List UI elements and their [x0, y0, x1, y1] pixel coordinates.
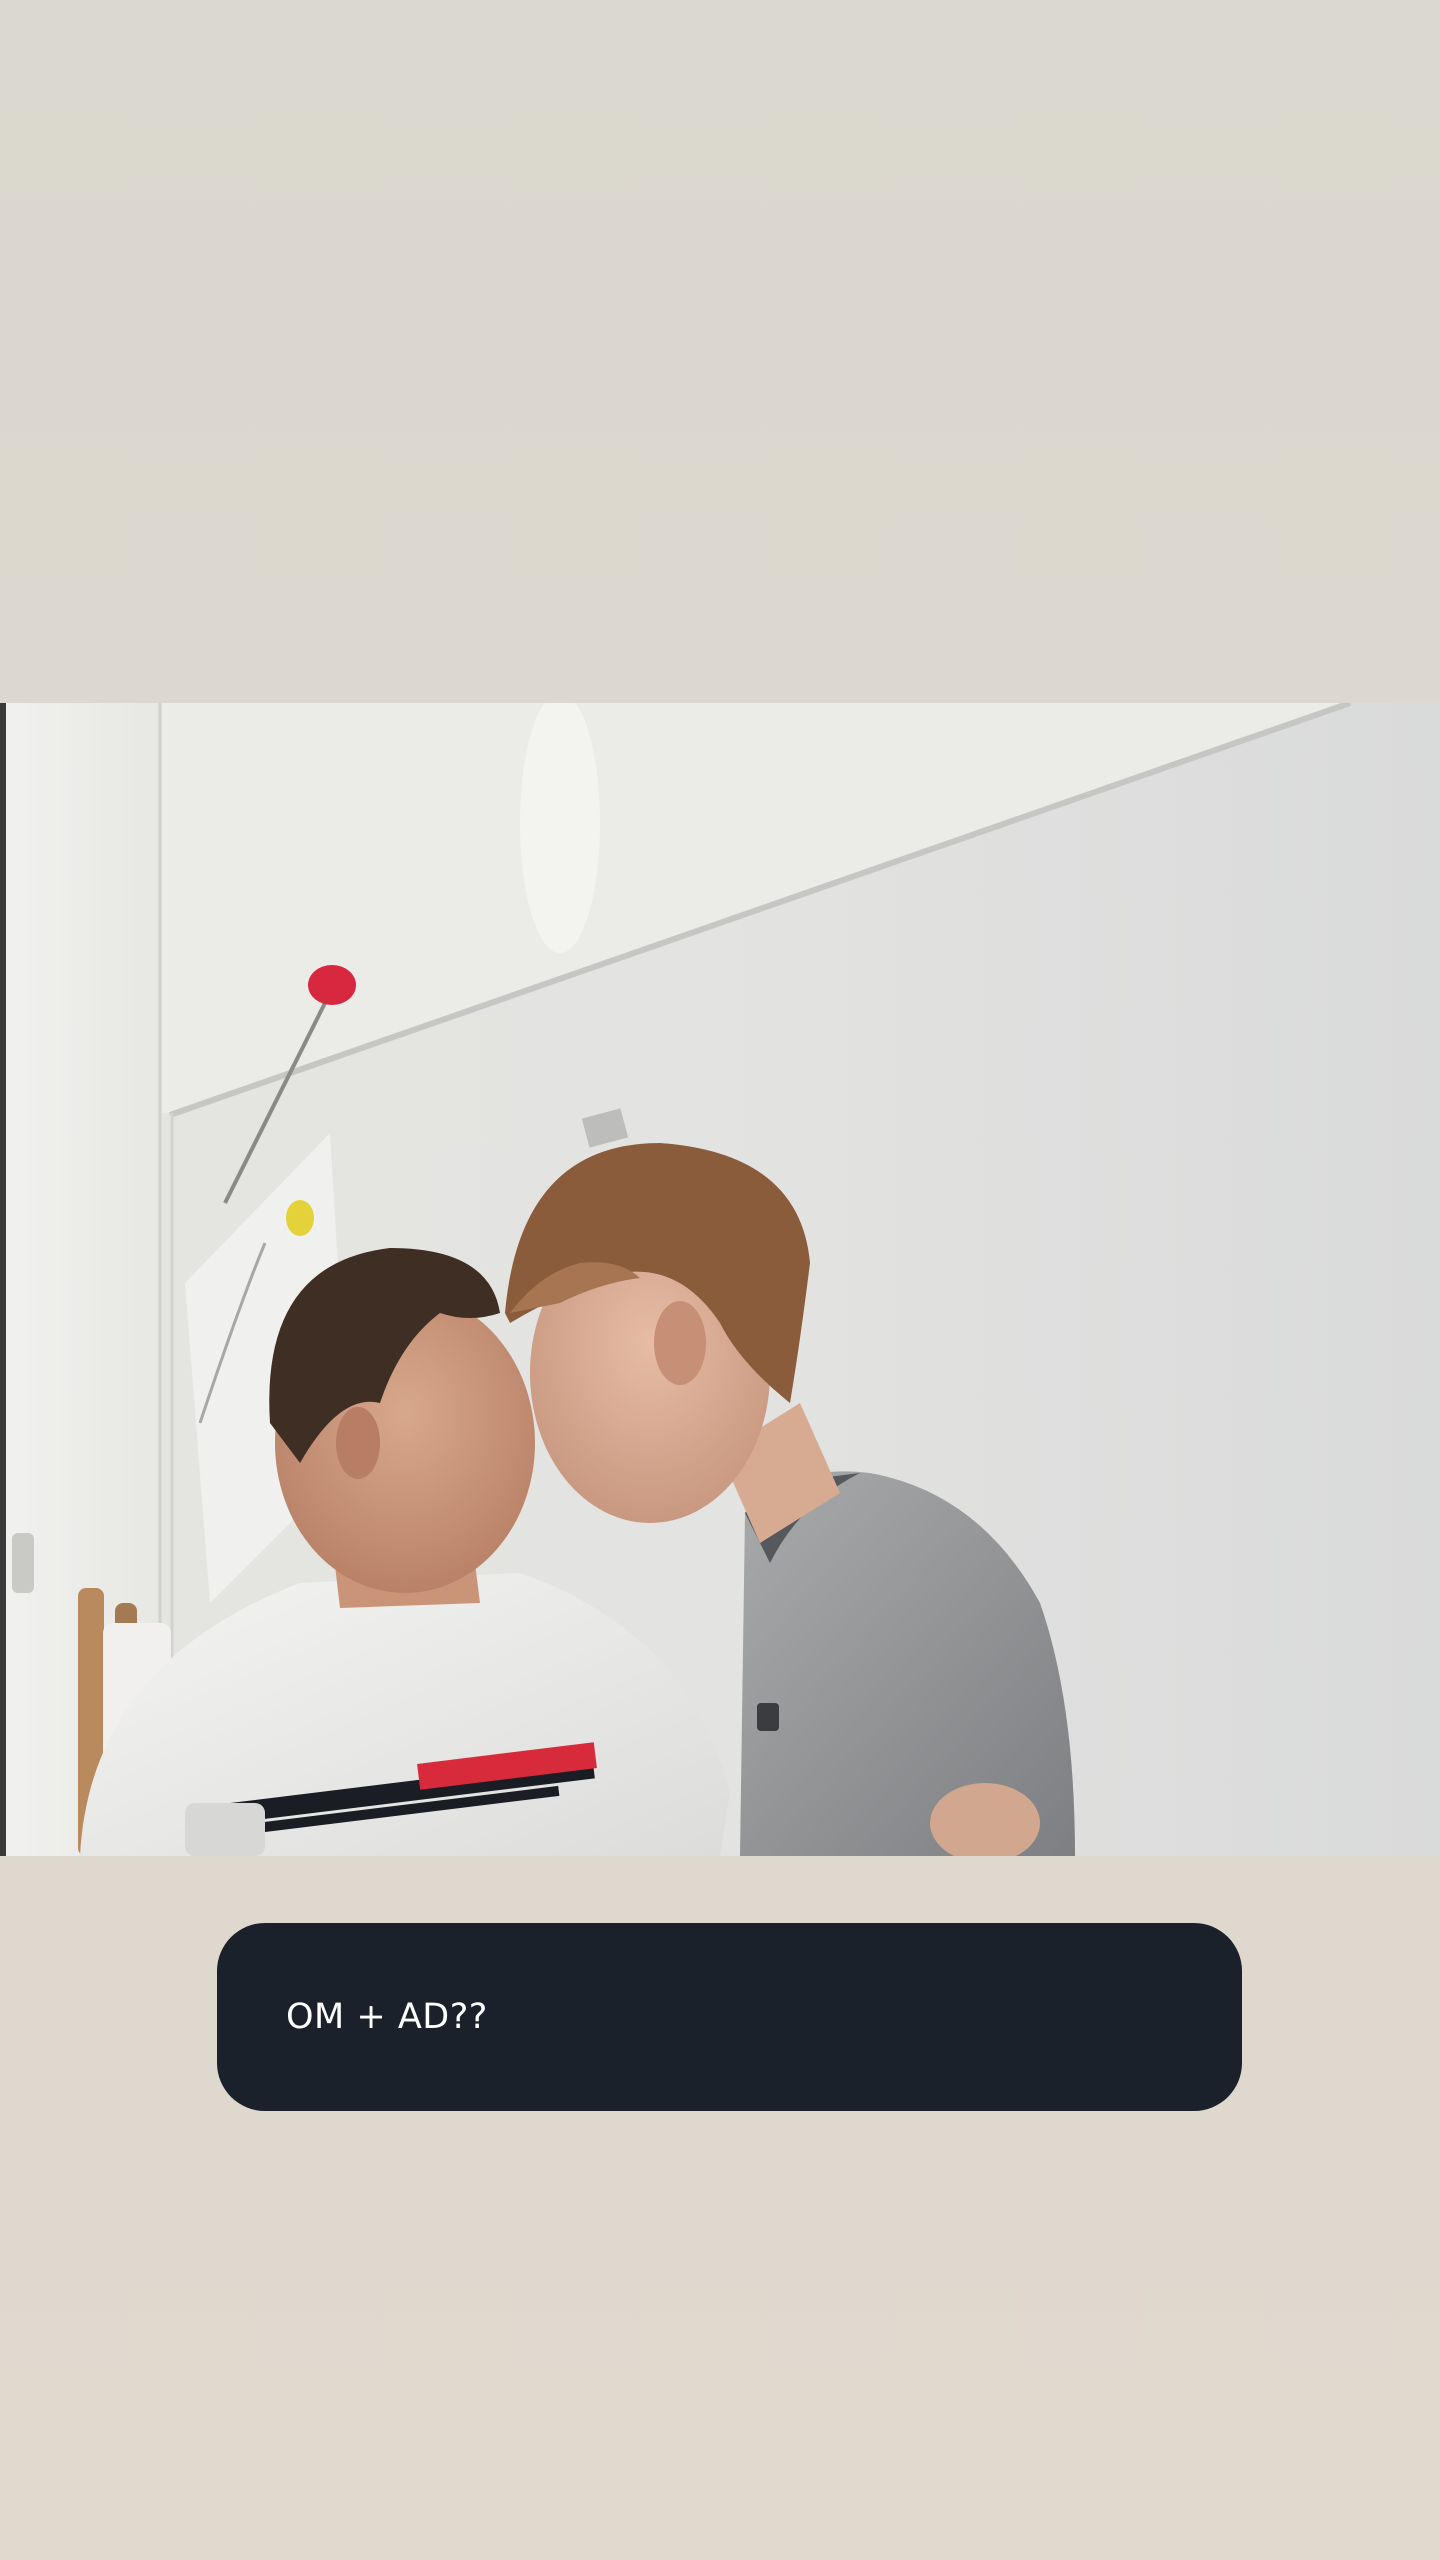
caption-pill: OM + AD?? — [217, 1923, 1242, 2111]
flower — [308, 965, 356, 1005]
caption-text: OM + AD?? — [286, 1996, 488, 2037]
story-photo — [0, 703, 1440, 1856]
photo-illustration — [0, 703, 1440, 1856]
